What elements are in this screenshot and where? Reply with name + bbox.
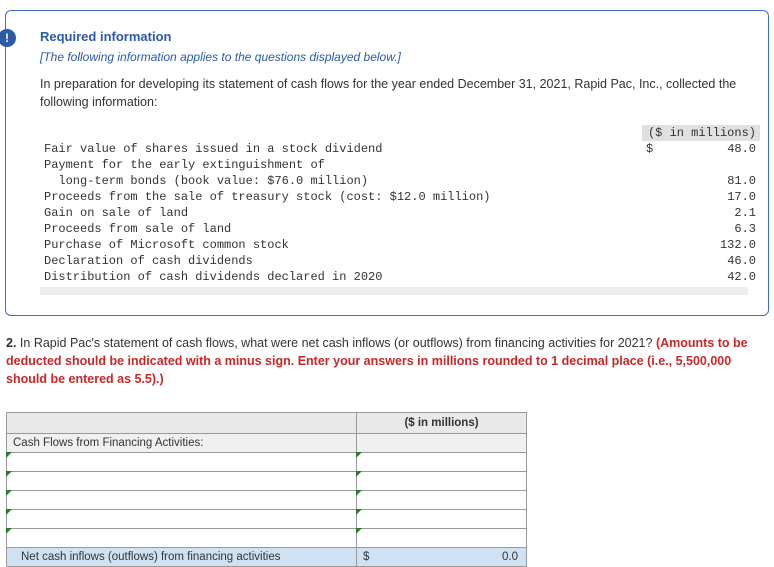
data-row-dollar [642,269,660,285]
applies-note: [The following information applies to th… [40,50,748,64]
data-row-value: 2.1 [660,205,760,221]
data-row-label: Distribution of cash dividends declared … [40,269,642,285]
data-row-dollar [642,173,660,189]
data-row-value: 17.0 [660,189,760,205]
answer-row-value-input[interactable] [357,510,527,529]
dropdown-corner-icon [356,471,362,477]
answer-col-header: ($ in millions) [357,413,527,434]
dropdown-corner-icon [6,490,12,496]
given-data-table: ($ in millions) Fair value of shares iss… [40,125,748,295]
answer-row-label-input[interactable] [7,510,357,529]
dropdown-corner-icon [6,471,12,477]
data-header: ($ in millions) [642,125,760,141]
data-row-value: 46.0 [660,253,760,269]
data-row-dollar [642,253,660,269]
data-row-dollar: $ [642,141,660,157]
answer-row-value-input[interactable] [357,453,527,472]
answer-row-label-input[interactable] [7,491,357,510]
answer-row-label-input[interactable] [7,453,357,472]
data-row-label: Proceeds from the sale of treasury stock… [40,189,642,205]
question-block: 2. In Rapid Pac's statement of cash flow… [0,334,774,398]
data-row-value: 132.0 [660,237,760,253]
question-number: 2. [6,336,16,350]
data-row-value [660,157,760,173]
data-row-dollar [642,157,660,173]
required-info-title: Required information [40,29,748,44]
total-label: Net cash inflows (outflows) from financi… [7,548,357,567]
dropdown-corner-icon [356,490,362,496]
data-row-value: 48.0 [660,141,760,157]
answer-row-value-input[interactable] [357,472,527,491]
data-row-label: Declaration of cash dividends [40,253,642,269]
data-row-dollar [642,221,660,237]
dropdown-corner-icon [356,528,362,534]
data-row-label: Payment for the early extinguishment of [40,157,642,173]
data-row-value: 6.3 [660,221,760,237]
answer-col-blank [7,413,357,434]
data-row-dollar [642,205,660,221]
data-row-label: long-term bonds (book value: $76.0 milli… [40,173,642,189]
data-row-value: 42.0 [660,269,760,285]
data-row-label: Fair value of shares issued in a stock d… [40,141,642,157]
data-row-dollar [642,189,660,205]
scrollbar-track [40,287,748,295]
data-row-value: 81.0 [660,173,760,189]
data-row-dollar [642,237,660,253]
dropdown-corner-icon [356,509,362,515]
answer-row-label-input[interactable] [7,472,357,491]
total-value-cell: $ 0.0 [357,548,527,567]
answer-table: ($ in millions) Cash Flows from Financin… [6,412,527,567]
answer-row-label-input[interactable] [7,529,357,548]
data-row-label: Purchase of Microsoft common stock [40,237,642,253]
dropdown-corner-icon [6,452,12,458]
section-value-blank [357,434,527,453]
answer-row-value-input[interactable] [357,491,527,510]
alert-icon: ! [0,29,16,47]
total-value: 0.0 [502,551,518,563]
data-row-label: Gain on sale of land [40,205,642,221]
data-row-label: Proceeds from sale of land [40,221,642,237]
section-label: Cash Flows from Financing Activities: [7,434,357,453]
total-dollar: $ [363,551,369,563]
dropdown-corner-icon [6,509,12,515]
dropdown-corner-icon [6,528,12,534]
answer-row-value-input[interactable] [357,529,527,548]
required-info-panel: ! Required information [The following in… [5,10,769,316]
prep-text: In preparation for developing its statem… [40,76,748,111]
question-text: In Rapid Pac's statement of cash flows, … [20,336,656,350]
dropdown-corner-icon [356,452,362,458]
